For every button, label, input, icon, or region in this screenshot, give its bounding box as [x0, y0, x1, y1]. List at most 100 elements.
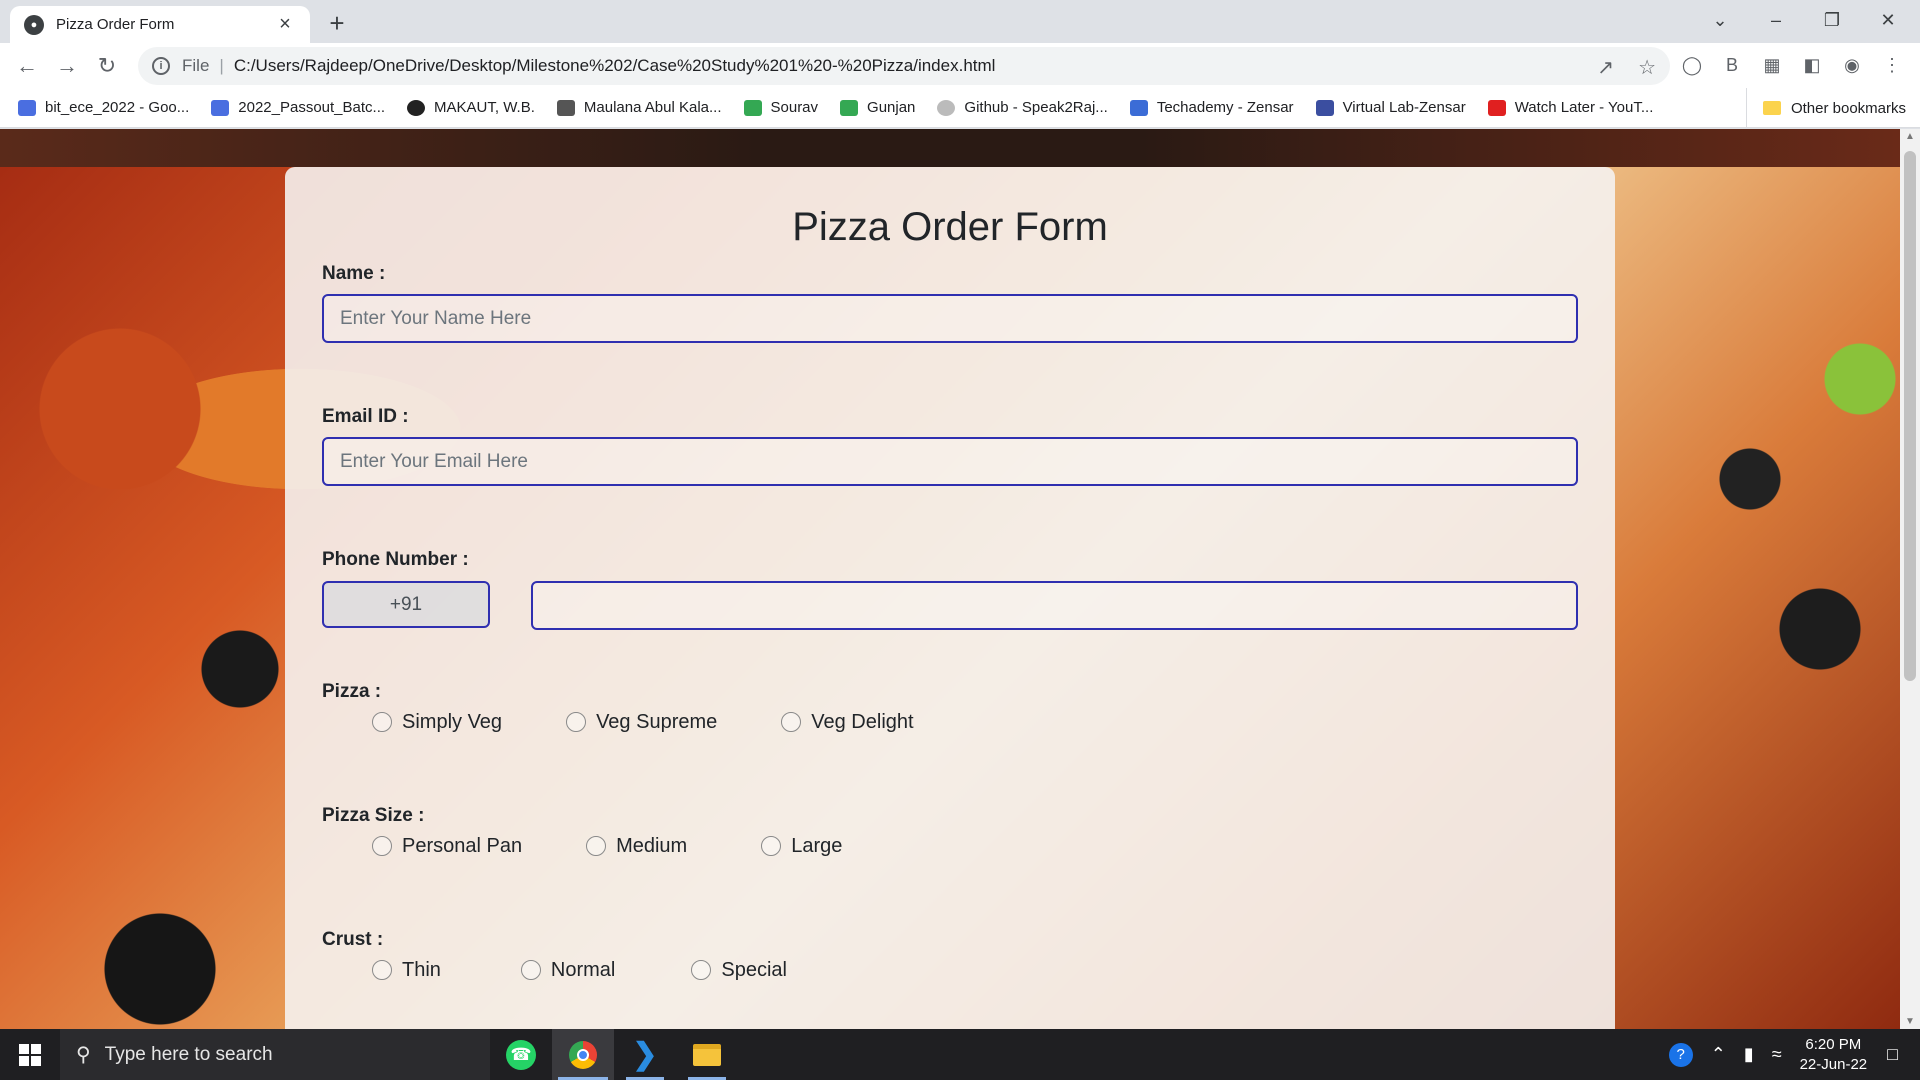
restore-button[interactable]: ❐ [1812, 0, 1852, 40]
youtube-icon [1487, 99, 1506, 116]
pizza-size-label: Pizza Size : [322, 805, 425, 826]
search-icon: ⚲ [76, 1044, 91, 1066]
bookmark-item[interactable]: MAKAUT, W.B. [407, 99, 535, 116]
other-bookmarks[interactable]: Other bookmarks [1745, 88, 1906, 128]
chrome-app[interactable] [552, 1029, 614, 1080]
url-separator: | [219, 56, 224, 75]
phone-field[interactable] [531, 581, 1578, 630]
new-tab-button[interactable]: + [322, 9, 352, 39]
crust-options: Thin Normal Special [372, 956, 787, 984]
scroll-down-icon[interactable]: ▼ [1900, 1016, 1920, 1027]
file-explorer-app[interactable] [676, 1029, 738, 1080]
radio-veg-supreme[interactable]: Veg Supreme [566, 711, 717, 734]
search-placeholder: Type here to search [104, 1043, 273, 1065]
vscode-icon: ❯ [632, 1038, 658, 1071]
whatsapp-app[interactable]: ☎ [490, 1029, 552, 1080]
bookmark-item[interactable]: Gunjan [840, 99, 915, 116]
radio-label: Veg Supreme [596, 710, 718, 733]
radio-circle[interactable] [691, 960, 712, 980]
vscode-app[interactable]: ❯ [614, 1029, 676, 1080]
lock-icon [1315, 99, 1334, 116]
puzzle-icon[interactable]: ▦ [1758, 51, 1786, 79]
help-icon[interactable]: ? [1668, 1042, 1693, 1067]
phone-label: Phone Number : [322, 549, 469, 570]
bookmark-label: MAKAUT, W.B. [434, 99, 535, 116]
email-field[interactable]: Enter Your Email Here [322, 437, 1578, 486]
notifications-icon[interactable]: □ [1887, 1044, 1898, 1065]
close-tab-icon[interactable]: × [274, 13, 296, 36]
tab-search-icon[interactable]: ⌄ [1700, 0, 1740, 40]
address-bar[interactable]: i File | C:/Users/Rajdeep/OneDrive/Deskt… [138, 47, 1670, 85]
clock-date: 22-Jun-22 [1799, 1055, 1868, 1073]
forward-icon[interactable]: → [50, 49, 84, 83]
techademy-icon [1129, 99, 1148, 116]
battery-icon[interactable]: ▮ [1744, 1044, 1754, 1065]
bookmark-item[interactable]: Github - Speak2Raj... [937, 99, 1108, 116]
side-panel-icon[interactable]: ◧ [1798, 51, 1826, 79]
radio-normal[interactable]: Normal [520, 958, 616, 982]
bookmark-item[interactable]: Techademy - Zensar [1129, 99, 1294, 116]
reload-icon[interactable]: ↻ [90, 49, 124, 83]
windows-icon [19, 1043, 41, 1066]
vertical-scrollbar[interactable]: ▲ ▼ [1900, 129, 1920, 1029]
radio-large[interactable]: Large [761, 835, 842, 858]
close-window-button[interactable]: ✕ [1868, 0, 1908, 40]
wifi-icon[interactable]: ≈ [1772, 1044, 1782, 1065]
radio-label: Veg Delight [811, 710, 914, 733]
clock-time: 6:20 PM [1805, 1035, 1862, 1053]
avatar[interactable]: ◉ [1838, 51, 1866, 79]
folder-icon [1762, 101, 1781, 115]
bookmark-item[interactable]: Watch Later - YouT... [1487, 99, 1653, 116]
bookmark-item[interactable]: Sourav [743, 99, 818, 116]
radio-label: Thin [402, 958, 441, 981]
meet-icon [743, 99, 762, 116]
extension-grey-icon[interactable]: ◯ [1678, 51, 1706, 79]
radio-veg-delight[interactable]: Veg Delight [781, 710, 914, 734]
tab-pizza-order-form[interactable]: ● Pizza Order Form × [10, 6, 310, 43]
page-title: Pizza Order Form [792, 205, 1108, 249]
bookmark-label: Github - Speak2Raj... [964, 99, 1108, 116]
url-scheme: File [182, 56, 210, 75]
pizza-label: Pizza : [322, 681, 382, 702]
radio-label: Normal [550, 958, 616, 981]
name-field[interactable]: Enter Your Name Here [322, 294, 1578, 343]
chevron-up-icon[interactable]: ⌃ [1711, 1044, 1726, 1065]
radio-special[interactable]: Special [691, 959, 787, 982]
share-icon[interactable]: ↗ [1597, 55, 1614, 80]
meet-icon [840, 99, 859, 116]
page-background: Pizza Order Form Name : Enter Your Name … [0, 129, 1900, 1029]
minimize-button[interactable]: – [1756, 0, 1796, 40]
taskbar-search[interactable]: ⚲ Type here to search [60, 1029, 490, 1080]
scrollbar-thumb[interactable] [1904, 151, 1916, 681]
radio-thin[interactable]: Thin [372, 959, 441, 982]
radio-circle[interactable] [781, 712, 802, 732]
other-bookmarks-label: Other bookmarks [1790, 99, 1906, 117]
radio-circle[interactable] [566, 712, 587, 732]
country-code[interactable]: +91 [322, 581, 490, 628]
menu-icon[interactable]: ⋮ [1878, 51, 1906, 79]
radio-circle[interactable] [586, 836, 607, 856]
extension-b-icon[interactable]: B [1718, 51, 1746, 79]
radio-circle[interactable] [372, 712, 392, 732]
back-icon[interactable]: ← [10, 49, 44, 83]
radio-label: Large [791, 834, 843, 857]
clock[interactable]: 6:20 PM 22-Jun-22 [1800, 1035, 1868, 1075]
radio-circle[interactable] [372, 960, 392, 980]
radio-circle[interactable] [761, 836, 782, 856]
radio-personal-pan[interactable]: Personal Pan [372, 835, 522, 858]
radio-simply-veg[interactable]: Simply Veg [372, 711, 502, 734]
bookmark-item[interactable]: 2022_Passout_Batc... [211, 99, 385, 116]
start-button[interactable] [0, 1029, 60, 1080]
bookmark-item[interactable]: Virtual Lab-Zensar [1315, 99, 1466, 116]
bookmark-item[interactable]: bit_ece_2022 - Goo... [18, 99, 189, 116]
info-icon[interactable]: i [152, 57, 170, 75]
radio-circle[interactable] [520, 960, 541, 980]
radio-medium[interactable]: Medium [586, 835, 687, 858]
bookmark-label: 2022_Passout_Batc... [238, 99, 386, 116]
radio-circle[interactable] [372, 836, 392, 856]
whatsapp-icon: ☎ [506, 1039, 536, 1070]
bookmark-star-icon[interactable]: ☆ [1638, 55, 1656, 80]
bookmark-item[interactable]: Maulana Abul Kala... [556, 99, 722, 116]
scroll-up-icon[interactable]: ▲ [1900, 131, 1920, 142]
url-text[interactable]: C:/Users/Rajdeep/OneDrive/Desktop/Milest… [234, 56, 996, 76]
